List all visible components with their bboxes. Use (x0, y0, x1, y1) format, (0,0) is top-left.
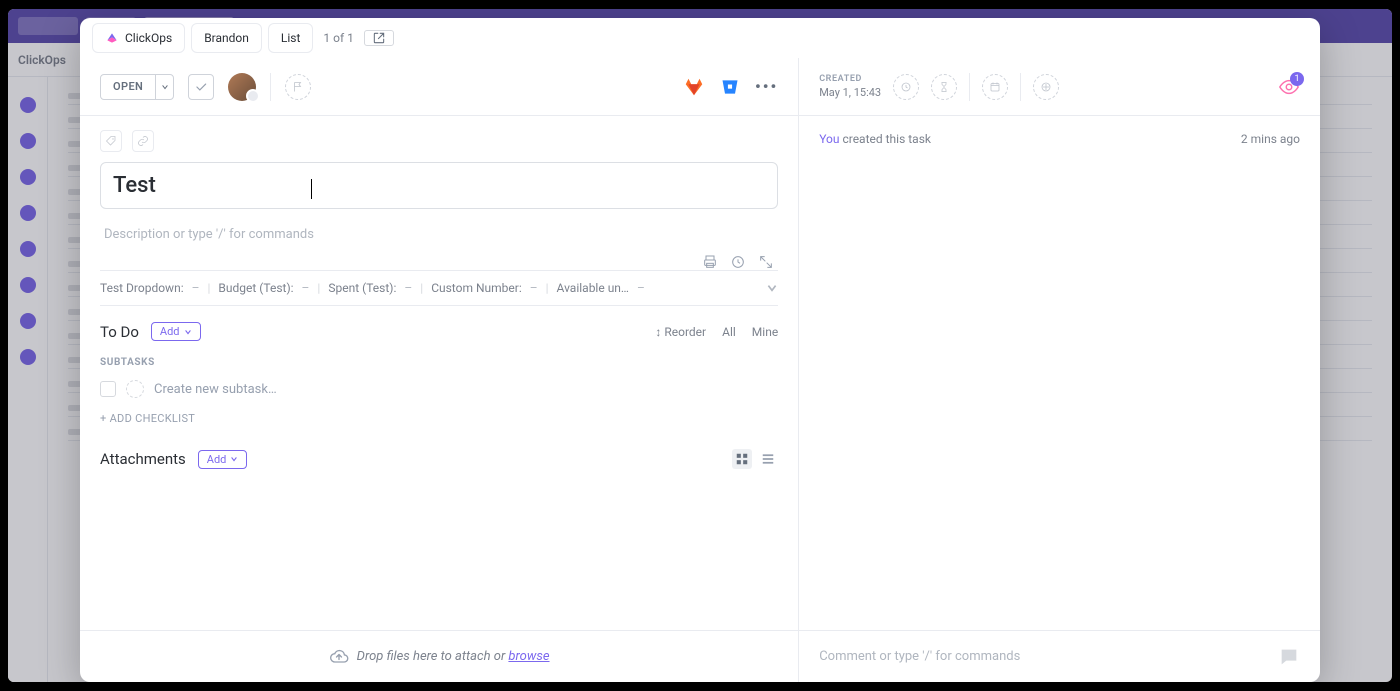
attachments-grid-view[interactable] (732, 449, 752, 469)
custom-fields-row[interactable]: Test Dropdown:–| Budget (Test):–| Spent … (100, 270, 778, 306)
filter-mine[interactable]: Mine (752, 325, 778, 339)
dropzone[interactable]: Drop files here to attach or browse (80, 630, 798, 682)
text-cursor (311, 179, 312, 199)
due-date-button[interactable] (982, 74, 1008, 100)
task-modal: ClickOps Brandon List 1 of 1 OPEN (80, 18, 1320, 682)
expand-icon[interactable] (758, 254, 774, 270)
watchers-count: 1 (1290, 72, 1304, 86)
todo-add-button[interactable]: Add (151, 322, 201, 341)
crumb-workspace-label: ClickOps (125, 31, 172, 45)
priority-button[interactable] (285, 74, 311, 100)
activity-feed: You created this task 2 mins ago (799, 116, 1320, 630)
breadcrumb: ClickOps Brandon List 1 of 1 (92, 23, 394, 53)
add-assignee-icon[interactable] (246, 89, 260, 103)
dropzone-text: Drop files here to attach or browse (357, 649, 550, 664)
crumb-space[interactable]: Brandon (191, 23, 262, 53)
crumb-list[interactable]: List (268, 23, 314, 53)
subtasks-label: SUBTASKS (100, 357, 778, 368)
subtask-checkbox[interactable] (100, 381, 116, 397)
time-estimate-button[interactable] (931, 74, 957, 100)
filter-all[interactable]: All (722, 325, 736, 339)
activity-actor: You (819, 132, 839, 146)
activity-time: 2 mins ago (1241, 132, 1300, 146)
bitbucket-icon[interactable] (719, 76, 741, 98)
tags-button[interactable] (100, 130, 122, 152)
crumb-position: 1 of 1 (319, 23, 357, 53)
add-checklist-button[interactable]: + ADD CHECKLIST (100, 412, 778, 425)
status-label: OPEN (101, 80, 155, 93)
attachments-list-view[interactable] (758, 449, 778, 469)
task-title-input[interactable]: Test (100, 162, 778, 209)
browse-link[interactable]: browse (508, 649, 549, 664)
attachments-title: Attachments (100, 450, 186, 468)
status-button[interactable]: OPEN (100, 74, 174, 100)
assignee-avatar[interactable] (228, 73, 256, 101)
todo-title: To Do (100, 323, 139, 341)
created-meta: CREATED May 1, 15:43 (819, 74, 881, 99)
attachments-add-button[interactable]: Add (198, 450, 248, 469)
mark-complete-button[interactable] (188, 74, 214, 100)
new-subtask-placeholder: Create new subtask… (154, 382, 277, 397)
subtask-assignee-icon[interactable] (126, 380, 144, 398)
gitlab-icon[interactable] (683, 76, 705, 98)
history-icon[interactable] (730, 254, 746, 270)
crumb-workspace[interactable]: ClickOps (92, 23, 185, 53)
open-new-tab-button[interactable] (364, 30, 394, 46)
comment-input[interactable]: Comment or type '/' for commands (819, 649, 1268, 664)
cloud-upload-icon (329, 647, 349, 667)
sprint-points-button[interactable] (1033, 74, 1059, 100)
new-subtask-row[interactable]: Create new subtask… (100, 376, 778, 402)
task-title-text: Test (113, 173, 765, 198)
status-dropdown-icon[interactable] (155, 75, 173, 99)
clickup-logo-icon (105, 31, 119, 45)
time-tracked-button[interactable] (893, 74, 919, 100)
more-menu-button[interactable]: ••• (755, 77, 778, 96)
print-icon[interactable] (702, 254, 718, 270)
link-button[interactable] (132, 130, 154, 152)
send-comment-button[interactable] (1278, 646, 1300, 668)
watchers-button[interactable]: 1 (1278, 76, 1300, 98)
chevron-down-icon[interactable] (766, 282, 778, 294)
reorder-button[interactable]: ↕ Reorder (655, 325, 706, 339)
